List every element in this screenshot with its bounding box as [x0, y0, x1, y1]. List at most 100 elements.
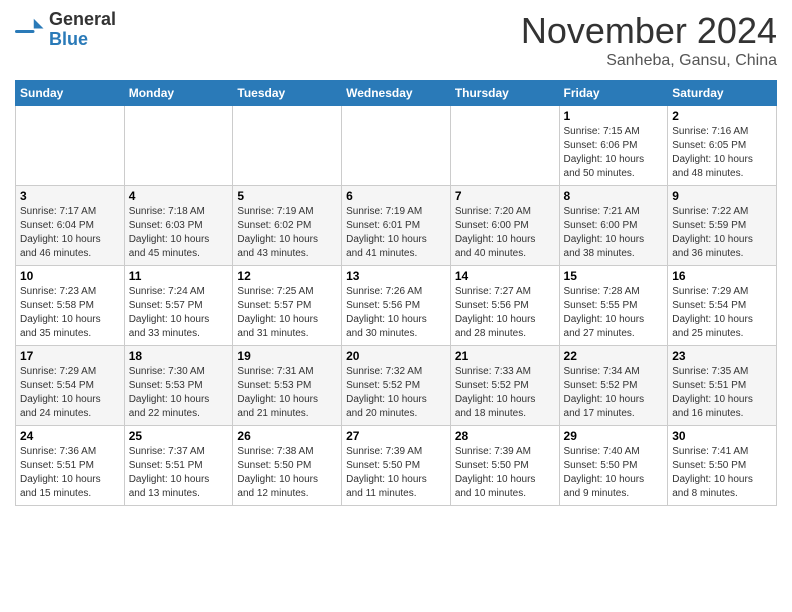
day-info: Sunrise: 7:35 AM Sunset: 5:51 PM Dayligh…: [672, 365, 772, 421]
day-info: Sunrise: 7:23 AM Sunset: 5:58 PM Dayligh…: [20, 285, 120, 341]
calendar-cell: 26 Sunrise: 7:38 AM Sunset: 5:50 PM Dayli…: [233, 426, 342, 506]
weekday-header: Wednesday: [342, 81, 451, 106]
calendar-cell: 3Sunrise: 7:17 AM Sunset: 6:04 PM Daylig…: [16, 186, 125, 266]
calendar-header-row: SundayMondayTuesdayWednesdayThursdayFrid…: [16, 81, 777, 106]
day-info: Sunrise: 7:18 AM Sunset: 6:03 PM Dayligh…: [129, 205, 229, 261]
day-info: Sunrise: 7:32 AM Sunset: 5:52 PM Dayligh…: [346, 365, 446, 421]
day-number: 20: [346, 349, 446, 363]
day-number: 6: [346, 189, 446, 203]
calendar-cell: 15 Sunrise: 7:28 AM Sunset: 5:55 PM Dayli…: [559, 266, 668, 346]
day-info: Sunrise: 7:33 AM Sunset: 5:52 PM Dayligh…: [455, 365, 555, 421]
calendar-cell: 14 Sunrise: 7:27 AM Sunset: 5:56 PM Dayli…: [450, 266, 559, 346]
calendar-cell: [450, 106, 559, 186]
calendar-cell: 30 Sunrise: 7:41 AM Sunset: 5:50 PM Dayli…: [668, 426, 777, 506]
day-number: 18: [129, 349, 229, 363]
day-info: Sunrise: 7:21 AM Sunset: 6:00 PM Dayligh…: [564, 205, 664, 261]
calendar-cell: [124, 106, 233, 186]
calendar-cell: 5 Sunrise: 7:19 AM Sunset: 6:02 PM Daylig…: [233, 186, 342, 266]
calendar-cell: 13 Sunrise: 7:26 AM Sunset: 5:56 PM Dayli…: [342, 266, 451, 346]
calendar-cell: 23 Sunrise: 7:35 AM Sunset: 5:51 PM Dayli…: [668, 346, 777, 426]
calendar-cell: 17 Sunrise: 7:29 AM Sunset: 5:54 PM Dayli…: [16, 346, 125, 426]
calendar-cell: 16 Sunrise: 7:29 AM Sunset: 5:54 PM Dayli…: [668, 266, 777, 346]
logo-icon: [15, 15, 45, 45]
day-number: 5: [237, 189, 337, 203]
calendar-cell: 19Sunrise: 7:31 AM Sunset: 5:53 PM Dayli…: [233, 346, 342, 426]
calendar-cell: 9Sunrise: 7:22 AM Sunset: 5:59 PM Daylig…: [668, 186, 777, 266]
weekday-header: Thursday: [450, 81, 559, 106]
weekday-header: Friday: [559, 81, 668, 106]
weekday-header: Sunday: [16, 81, 125, 106]
logo-text: General Blue: [49, 10, 116, 50]
calendar-cell: 24 Sunrise: 7:36 AM Sunset: 5:51 PM Dayli…: [16, 426, 125, 506]
weekday-header: Tuesday: [233, 81, 342, 106]
calendar-cell: 12 Sunrise: 7:25 AM Sunset: 5:57 PM Dayli…: [233, 266, 342, 346]
day-number: 13: [346, 269, 446, 283]
calendar-week-row: 3Sunrise: 7:17 AM Sunset: 6:04 PM Daylig…: [16, 186, 777, 266]
calendar-cell: 25 Sunrise: 7:37 AM Sunset: 5:51 PM Dayli…: [124, 426, 233, 506]
day-number: 25: [129, 429, 229, 443]
calendar-cell: 20 Sunrise: 7:32 AM Sunset: 5:52 PM Dayli…: [342, 346, 451, 426]
day-info: Sunrise: 7:30 AM Sunset: 5:53 PM Dayligh…: [129, 365, 229, 421]
day-number: 19: [237, 349, 337, 363]
day-number: 17: [20, 349, 120, 363]
day-info: Sunrise: 7:36 AM Sunset: 5:51 PM Dayligh…: [20, 445, 120, 501]
day-info: Sunrise: 7:40 AM Sunset: 5:50 PM Dayligh…: [564, 445, 664, 501]
calendar-cell: 27Sunrise: 7:39 AM Sunset: 5:50 PM Dayli…: [342, 426, 451, 506]
day-number: 30: [672, 429, 772, 443]
day-info: Sunrise: 7:38 AM Sunset: 5:50 PM Dayligh…: [237, 445, 337, 501]
weekday-header: Saturday: [668, 81, 777, 106]
location-subtitle: Sanheba, Gansu, China: [521, 52, 777, 70]
day-number: 28: [455, 429, 555, 443]
day-info: Sunrise: 7:28 AM Sunset: 5:55 PM Dayligh…: [564, 285, 664, 341]
day-number: 16: [672, 269, 772, 283]
day-info: Sunrise: 7:19 AM Sunset: 6:02 PM Dayligh…: [237, 205, 337, 261]
day-info: Sunrise: 7:15 AM Sunset: 6:06 PM Dayligh…: [564, 125, 664, 181]
day-number: 12: [237, 269, 337, 283]
day-number: 23: [672, 349, 772, 363]
day-number: 15: [564, 269, 664, 283]
weekday-header: Monday: [124, 81, 233, 106]
day-number: 22: [564, 349, 664, 363]
day-number: 9: [672, 189, 772, 203]
calendar-cell: 28 Sunrise: 7:39 AM Sunset: 5:50 PM Dayli…: [450, 426, 559, 506]
day-info: Sunrise: 7:26 AM Sunset: 5:56 PM Dayligh…: [346, 285, 446, 341]
calendar-cell: 29 Sunrise: 7:40 AM Sunset: 5:50 PM Dayli…: [559, 426, 668, 506]
day-number: 21: [455, 349, 555, 363]
calendar-week-row: 24 Sunrise: 7:36 AM Sunset: 5:51 PM Dayli…: [16, 426, 777, 506]
calendar-week-row: 10 Sunrise: 7:23 AM Sunset: 5:58 PM Dayli…: [16, 266, 777, 346]
day-info: Sunrise: 7:24 AM Sunset: 5:57 PM Dayligh…: [129, 285, 229, 341]
logo-blue: Blue: [49, 29, 88, 49]
day-number: 24: [20, 429, 120, 443]
page-header: General Blue November 2024 Sanheba, Gans…: [15, 10, 777, 70]
calendar-cell: 7Sunrise: 7:20 AM Sunset: 6:00 PM Daylig…: [450, 186, 559, 266]
day-number: 14: [455, 269, 555, 283]
day-info: Sunrise: 7:41 AM Sunset: 5:50 PM Dayligh…: [672, 445, 772, 501]
calendar-cell: [16, 106, 125, 186]
logo: General Blue: [15, 10, 116, 50]
month-title: November 2024: [521, 10, 777, 52]
calendar-cell: 2Sunrise: 7:16 AM Sunset: 6:05 PM Daylig…: [668, 106, 777, 186]
calendar-cell: 8 Sunrise: 7:21 AM Sunset: 6:00 PM Daylig…: [559, 186, 668, 266]
day-info: Sunrise: 7:29 AM Sunset: 5:54 PM Dayligh…: [20, 365, 120, 421]
day-info: Sunrise: 7:39 AM Sunset: 5:50 PM Dayligh…: [346, 445, 446, 501]
day-info: Sunrise: 7:29 AM Sunset: 5:54 PM Dayligh…: [672, 285, 772, 341]
day-info: Sunrise: 7:19 AM Sunset: 6:01 PM Dayligh…: [346, 205, 446, 261]
calendar-cell: [342, 106, 451, 186]
day-number: 3: [20, 189, 120, 203]
logo-general: General: [49, 9, 116, 29]
day-info: Sunrise: 7:20 AM Sunset: 6:00 PM Dayligh…: [455, 205, 555, 261]
day-number: 8: [564, 189, 664, 203]
day-number: 10: [20, 269, 120, 283]
day-info: Sunrise: 7:37 AM Sunset: 5:51 PM Dayligh…: [129, 445, 229, 501]
day-info: Sunrise: 7:16 AM Sunset: 6:05 PM Dayligh…: [672, 125, 772, 181]
calendar-week-row: 1Sunrise: 7:15 AM Sunset: 6:06 PM Daylig…: [16, 106, 777, 186]
day-info: Sunrise: 7:39 AM Sunset: 5:50 PM Dayligh…: [455, 445, 555, 501]
day-info: Sunrise: 7:25 AM Sunset: 5:57 PM Dayligh…: [237, 285, 337, 341]
day-info: Sunrise: 7:27 AM Sunset: 5:56 PM Dayligh…: [455, 285, 555, 341]
page-container: General Blue November 2024 Sanheba, Gans…: [0, 0, 792, 516]
day-number: 29: [564, 429, 664, 443]
day-info: Sunrise: 7:34 AM Sunset: 5:52 PM Dayligh…: [564, 365, 664, 421]
calendar-cell: 4Sunrise: 7:18 AM Sunset: 6:03 PM Daylig…: [124, 186, 233, 266]
calendar-cell: 18 Sunrise: 7:30 AM Sunset: 5:53 PM Dayli…: [124, 346, 233, 426]
day-number: 26: [237, 429, 337, 443]
